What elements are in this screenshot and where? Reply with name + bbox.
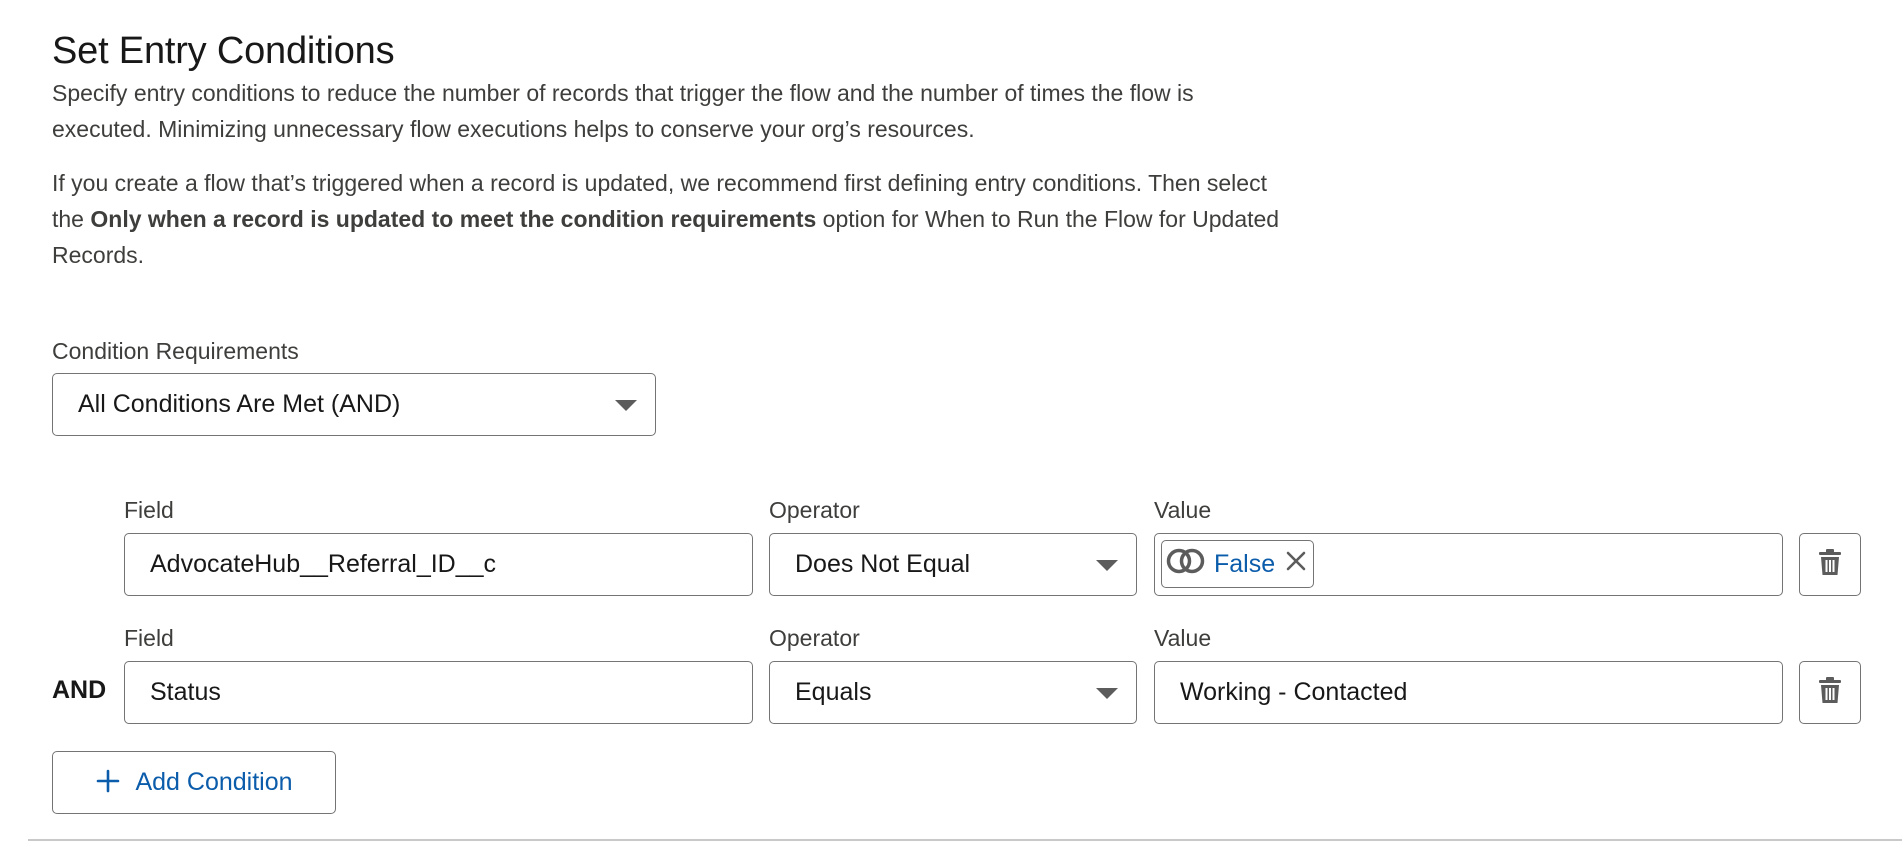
delete-condition-button[interactable] (1799, 533, 1861, 596)
description-line: Specify entry conditions to reduce the n… (52, 80, 1194, 106)
chevron-down-icon (615, 399, 637, 411)
recommendation-line: the Only when a record is updated to mee… (52, 201, 1452, 237)
operator-label: Operator (769, 625, 860, 651)
trash-icon (1818, 548, 1842, 581)
value-text: Working - Contacted (1180, 678, 1408, 706)
add-condition-button[interactable]: Add Condition (52, 751, 336, 814)
field-input[interactable]: Status (124, 661, 753, 724)
chevron-down-icon (1096, 559, 1118, 571)
field-label: Field (124, 497, 174, 523)
description-paragraph: Specify entry conditions to reduce the n… (52, 75, 1452, 147)
plus-icon (95, 766, 121, 800)
recommendation-paragraph: If you create a flow that’s triggered wh… (52, 165, 1452, 273)
trash-icon (1818, 676, 1842, 709)
condition-requirements-select[interactable]: All Conditions Are Met (AND) (52, 373, 656, 436)
condition-requirements-label: Condition Requirements (52, 338, 299, 364)
operator-select[interactable]: Equals (769, 661, 1137, 724)
operator-select[interactable]: Does Not Equal (769, 533, 1137, 596)
logic-operator-label: AND (52, 676, 107, 704)
recommendation-bold-text: Only when a record is updated to meet th… (90, 206, 817, 232)
page-title: Set Entry Conditions (52, 30, 395, 72)
recommendation-text: the (52, 206, 91, 232)
close-icon[interactable] (1285, 550, 1307, 579)
condition-requirements-value: All Conditions Are Met (AND) (78, 390, 401, 418)
chevron-down-icon (1096, 687, 1118, 699)
field-label: Field (124, 625, 174, 651)
recommendation-line: If you create a flow that’s triggered wh… (52, 170, 1267, 196)
boolean-resource-icon (1166, 546, 1206, 583)
value-label: Value (1154, 625, 1212, 651)
recommendation-text: option for When to Run the Flow for Upda… (816, 206, 1280, 232)
value-label: Value (1154, 497, 1212, 523)
operator-value: Does Not Equal (795, 550, 971, 578)
field-input[interactable]: AdvocateHub__Referral_ID__c (124, 533, 753, 596)
value-input[interactable]: False (1154, 533, 1783, 596)
field-value: Status (150, 678, 221, 706)
description-line: executed. Minimizing unnecessary flow ex… (52, 116, 975, 142)
delete-condition-button[interactable] (1799, 661, 1861, 724)
operator-value: Equals (795, 678, 872, 706)
operator-label: Operator (769, 497, 860, 523)
value-input[interactable]: Working - Contacted (1154, 661, 1783, 724)
recommendation-line: Records. (52, 242, 145, 268)
field-value: AdvocateHub__Referral_ID__c (150, 550, 497, 578)
add-condition-label: Add Condition (135, 768, 293, 796)
value-pill[interactable]: False (1161, 540, 1315, 588)
value-pill-label: False (1214, 549, 1276, 578)
section-divider (28, 839, 1902, 841)
